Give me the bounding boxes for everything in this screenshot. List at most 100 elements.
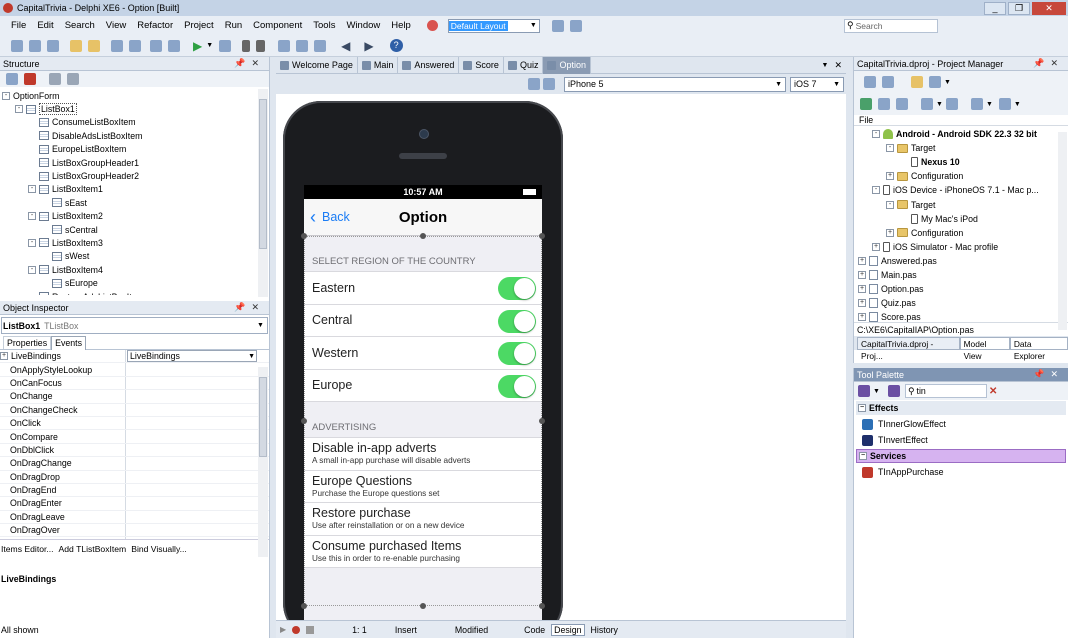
- region-switch[interactable]: [498, 277, 536, 300]
- event-row[interactable]: OnCompare: [0, 430, 269, 444]
- stop-icon[interactable]: [256, 39, 266, 52]
- pin-icon[interactable]: 📌✕: [1033, 369, 1064, 380]
- region-switch[interactable]: [498, 309, 536, 333]
- palette-search[interactable]: ⚲ tin: [904, 384, 987, 398]
- tab-model-view[interactable]: Model View: [959, 336, 1010, 361]
- master-view-icon[interactable]: [528, 78, 540, 90]
- project-node[interactable]: + Configuration: [854, 169, 1068, 183]
- stop-record-icon[interactable]: [306, 625, 315, 634]
- editor-tab[interactable]: Welcome Page: [276, 56, 358, 74]
- project-node[interactable]: + Score.pas: [854, 310, 1068, 322]
- event-row[interactable]: OnDragOver: [0, 524, 269, 538]
- run-to-cursor-icon[interactable]: [314, 39, 327, 52]
- structure-node[interactable]: - ListBox1: [2, 102, 269, 116]
- structure-node[interactable]: DisableAdsListBoxItem: [2, 129, 269, 142]
- expand-toggle[interactable]: +: [886, 172, 894, 181]
- menu-run[interactable]: Run: [225, 20, 242, 31]
- resize-handle[interactable]: [539, 603, 545, 609]
- items-editor-link[interactable]: Items Editor...: [1, 544, 54, 554]
- expand-toggle[interactable]: -: [872, 130, 880, 139]
- help-icon[interactable]: ?: [389, 39, 403, 52]
- add-file-icon[interactable]: [150, 39, 162, 52]
- event-value[interactable]: [126, 430, 269, 442]
- event-row[interactable]: OnCanFocus: [0, 376, 269, 391]
- event-row[interactable]: OnDblClick: [0, 443, 269, 458]
- editor-tab[interactable]: Main: [358, 56, 399, 74]
- clear-search-icon[interactable]: ✕: [989, 386, 997, 397]
- menu-search[interactable]: Search: [65, 20, 95, 31]
- editor-tab[interactable]: Quiz: [504, 56, 544, 74]
- event-row[interactable]: OnDragChange: [0, 457, 269, 471]
- event-value[interactable]: [126, 417, 269, 429]
- pause-icon[interactable]: [242, 39, 251, 52]
- expand-toggle[interactable]: -: [872, 186, 880, 195]
- tab-data-explorer[interactable]: Data Explorer: [1009, 336, 1068, 361]
- ad-row[interactable]: Disable in-app adverts A small in-app pur…: [304, 438, 542, 471]
- deploy-icon[interactable]: [998, 98, 1011, 110]
- region-row[interactable]: Europe: [304, 369, 542, 402]
- new-icon[interactable]: [11, 39, 23, 52]
- resize-handle[interactable]: [420, 233, 426, 239]
- chevron-down-icon[interactable]: ▼: [1014, 101, 1021, 108]
- run-without-debug-icon[interactable]: [219, 39, 232, 52]
- editor-tab[interactable]: Option: [543, 56, 591, 74]
- region-row[interactable]: Western: [304, 337, 542, 370]
- structure-node[interactable]: - OptionForm: [2, 89, 269, 102]
- pin-icon[interactable]: 📌✕: [234, 58, 265, 69]
- resize-handle[interactable]: [420, 603, 426, 609]
- structure-node[interactable]: sCentral: [2, 223, 269, 236]
- os-select[interactable]: iOS 7 ▼: [790, 76, 844, 92]
- livebindings-value[interactable]: LiveBindings ▼: [127, 350, 257, 363]
- filter-icon[interactable]: [887, 385, 900, 397]
- close-icon[interactable]: ✕: [834, 60, 842, 71]
- ad-row[interactable]: Europe Questions Purchase the Europe ques…: [304, 470, 542, 503]
- expand-toggle[interactable]: -: [28, 185, 36, 194]
- structure-node[interactable]: sEast: [2, 196, 269, 209]
- view-tab-design[interactable]: Design: [551, 623, 585, 636]
- collapse-toggle[interactable]: −: [859, 452, 867, 460]
- project-node[interactable]: + Main.pas: [854, 268, 1068, 282]
- event-value[interactable]: [126, 497, 269, 509]
- event-value[interactable]: [126, 363, 269, 375]
- event-value[interactable]: [126, 457, 269, 469]
- categories-icon[interactable]: [858, 385, 870, 397]
- structure-node[interactable]: ListBoxGroupHeader1: [2, 156, 269, 169]
- save-icon[interactable]: [111, 39, 123, 52]
- set-layout-icon[interactable]: [569, 19, 582, 32]
- refresh-icon[interactable]: [860, 98, 872, 110]
- expand-toggle[interactable]: -: [28, 265, 36, 274]
- event-row[interactable]: OnChangeCheck: [0, 403, 269, 417]
- menu-window[interactable]: Window: [346, 20, 380, 31]
- menu-view[interactable]: View: [106, 20, 126, 31]
- structure-node[interactable]: EuropeListBoxItem: [2, 143, 269, 156]
- resize-handle[interactable]: [539, 418, 545, 424]
- run-dropdown-icon[interactable]: ▼: [206, 42, 213, 49]
- palette-item[interactable]: TInvertEffect: [854, 432, 1068, 448]
- delete-icon[interactable]: [24, 73, 36, 85]
- structure-node[interactable]: ListBoxGroupHeader2: [2, 169, 269, 182]
- pin-icon[interactable]: 📌✕: [1033, 58, 1064, 69]
- new-unit-icon[interactable]: [47, 39, 59, 52]
- livebindings-row[interactable]: + LiveBindings LiveBindings ▼: [0, 350, 269, 364]
- expand-toggle[interactable]: -: [28, 238, 36, 247]
- tab-properties[interactable]: Properties: [3, 336, 52, 349]
- expand-toggle[interactable]: -: [886, 200, 894, 209]
- project-node[interactable]: - iOS Device - iPhoneOS 7.1 - Mac p...: [854, 183, 1068, 197]
- back-arrow-icon[interactable]: ◀: [341, 39, 350, 53]
- event-value[interactable]: [126, 444, 269, 456]
- event-row[interactable]: OnClick: [0, 416, 269, 431]
- project-node[interactable]: + Answered.pas: [854, 254, 1068, 268]
- event-row[interactable]: OnDragEnd: [0, 483, 269, 498]
- expand-toggle[interactable]: -: [15, 105, 23, 114]
- pm-scrollbar[interactable]: [1058, 132, 1067, 330]
- ad-row[interactable]: Restore purchase Use after reinstallation…: [304, 503, 542, 536]
- event-row[interactable]: OnApplyStyleLookup: [0, 363, 269, 377]
- project-node[interactable]: + Configuration: [854, 226, 1068, 240]
- minimize-button[interactable]: _: [984, 1, 1006, 15]
- layout-view-icon[interactable]: [543, 78, 555, 90]
- expand-toggle[interactable]: +: [858, 256, 866, 265]
- expand-toggle[interactable]: -: [2, 91, 10, 100]
- event-value[interactable]: [126, 377, 269, 389]
- palette-item[interactable]: TInAppPurchase: [854, 464, 1068, 480]
- open-icon[interactable]: [70, 39, 82, 52]
